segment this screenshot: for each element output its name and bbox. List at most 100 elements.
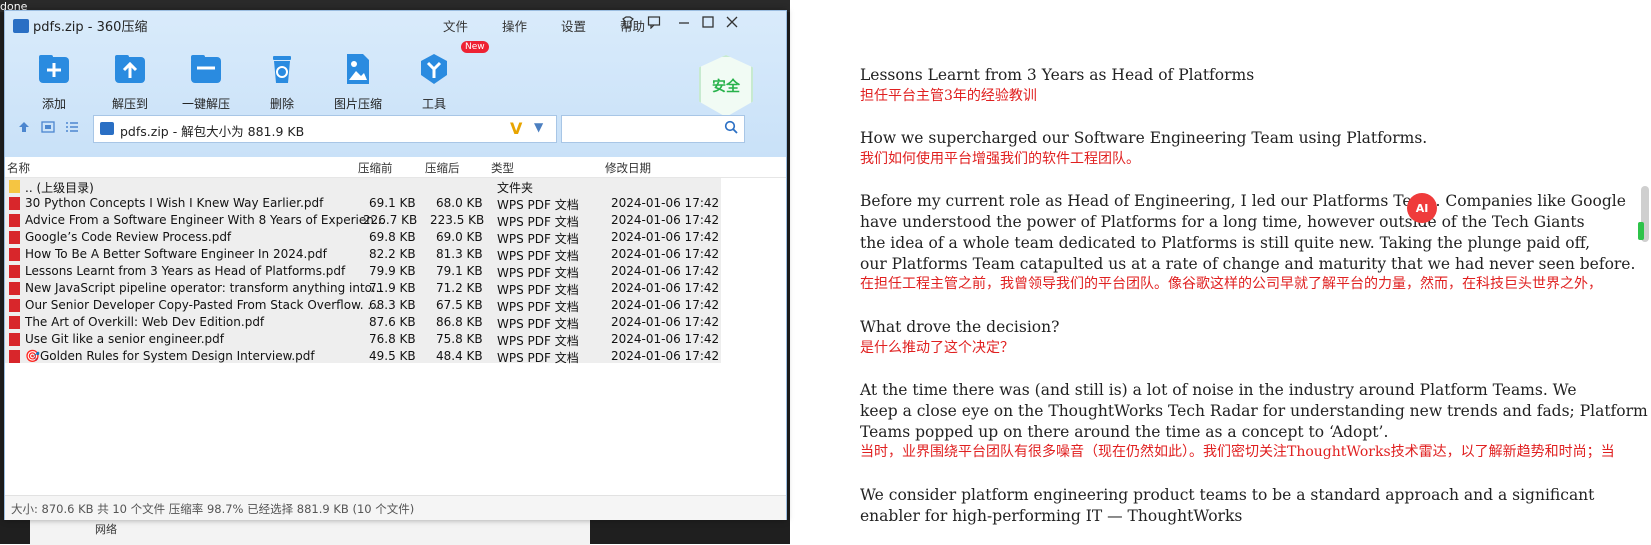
row-date: 2024-01-06 17:42: [611, 315, 720, 329]
row-date: 2024-01-06 17:42: [611, 332, 720, 346]
row-name: The Art of Overkill: Web Dev Edition.pdf: [25, 315, 265, 329]
minimize-icon[interactable]: [677, 15, 691, 33]
table-row[interactable]: Advice From a Software Engineer With 8 Y…: [5, 212, 721, 229]
row-size-after: 67.5 KB: [436, 298, 483, 312]
security-shield-icon[interactable]: 安全: [699, 55, 753, 117]
status-bar: 大小: 870.6 KB 共 10 个文件 压缩率 98.7% 已经选择 881…: [5, 495, 786, 520]
toolbar-label: 工具: [421, 97, 446, 111]
chevron-down-icon[interactable]: ▼: [534, 120, 543, 134]
column-size-before[interactable]: 压缩前: [358, 160, 393, 176]
row-date: 2024-01-06 17:42: [611, 349, 720, 363]
search-icon[interactable]: [724, 120, 738, 138]
row-size-after: 71.2 KB: [436, 281, 483, 295]
menu-file[interactable]: 文件: [443, 19, 468, 34]
pdf-icon: [9, 350, 20, 363]
archive-window: pdfs.zip - 360压缩 文件 操作 设置 帮助 添加 解压到 一键解压…: [4, 10, 787, 520]
menu-actions[interactable]: 操作: [502, 19, 527, 34]
table-row[interactable]: The Art of Overkill: Web Dev Edition.pdf…: [5, 314, 721, 331]
pdf-icon: [9, 231, 20, 244]
maximize-icon[interactable]: [701, 15, 715, 33]
window-header: pdfs.zip - 360压缩 文件 操作 设置 帮助 添加 解压到 一键解压…: [5, 11, 786, 157]
toolbar-image-compress-button[interactable]: 图片压缩: [323, 51, 393, 112]
row-type: WPS PDF 文档: [497, 266, 579, 280]
menu-settings[interactable]: 设置: [561, 19, 586, 34]
toolbar-delete-button[interactable]: 删除: [247, 51, 317, 112]
image-compress-icon: [339, 51, 377, 87]
extract-to-icon: [111, 51, 149, 87]
row-size-before: 82.2 KB: [369, 247, 416, 261]
toolbar-extract-to-button[interactable]: 解压到: [95, 51, 165, 112]
table-row[interactable]: Our Senior Developer Copy-Pasted From St…: [5, 297, 721, 314]
doc-line: our Platforms Team catapulted us at a ra…: [860, 255, 1636, 273]
add-icon: [35, 51, 73, 87]
table-row[interactable]: How To Be A Better Software Engineer In …: [5, 246, 721, 263]
skin-icon[interactable]: [621, 15, 635, 33]
row-size-after: 81.3 KB: [436, 247, 483, 261]
up-folder-icon[interactable]: [17, 119, 31, 133]
toolbar-add-button[interactable]: 添加: [19, 51, 89, 112]
table-row[interactable]: Google’s Code Review Process.pdf 69.8 KB…: [5, 229, 721, 246]
row-date: 2024-01-06 17:42: [611, 230, 720, 244]
column-name[interactable]: 名称: [7, 160, 30, 176]
column-headers: 名称 压缩前 压缩后 类型 修改日期: [5, 157, 786, 178]
doc-line: enabler for high-performing IT — Thought…: [860, 507, 1243, 525]
pdf-icon: [9, 316, 20, 329]
table-row[interactable]: New JavaScript pipeline operator: transf…: [5, 280, 721, 297]
menu-bar: 文件 操作 设置 帮助: [443, 16, 675, 35]
window-title: pdfs.zip - 360压缩: [33, 20, 148, 35]
doc-line: What drove the decision?: [860, 318, 1060, 336]
doc-line: have understood the power of Platforms f…: [860, 213, 1585, 231]
row-name: New JavaScript pipeline operator: transf…: [25, 281, 384, 295]
row-type: WPS PDF 文档: [497, 351, 579, 365]
toolbar-one-click-extract-button[interactable]: 一键解压: [171, 51, 241, 112]
table-row[interactable]: 🎯Golden Rules for System Design Intervie…: [5, 348, 721, 365]
pdf-icon: [9, 299, 20, 312]
pdf-icon: [9, 214, 20, 227]
one-click-extract-icon: [187, 51, 225, 87]
address-field[interactable]: pdfs.zip - 解包大小为 881.9 KB V ▼: [93, 115, 557, 143]
v-brand-icon[interactable]: V: [510, 119, 522, 138]
row-name: Google’s Code Review Process.pdf: [25, 230, 232, 244]
security-label: 安全: [712, 79, 740, 95]
list-view-icon[interactable]: [65, 119, 79, 133]
search-input[interactable]: [561, 115, 745, 143]
row-name: .. (上级目录): [25, 181, 94, 195]
column-modified-date[interactable]: 修改日期: [605, 160, 651, 176]
row-type: WPS PDF 文档: [497, 198, 579, 212]
row-type: WPS PDF 文档: [497, 300, 579, 314]
row-type: WPS PDF 文档: [497, 215, 579, 229]
doc-line: the idea of a whole team dedicated to Pl…: [860, 234, 1591, 252]
column-size-after[interactable]: 压缩后: [425, 160, 460, 176]
explorer-item-network[interactable]: 网络: [95, 521, 117, 537]
toolbar-tools-button[interactable]: 工具: [399, 51, 469, 112]
row-type: WPS PDF 文档: [497, 283, 579, 297]
row-date: 2024-01-06 17:42: [611, 264, 720, 278]
row-size-before: 49.5 KB: [369, 349, 416, 363]
zip-file-icon: [100, 122, 114, 135]
feedback-icon[interactable]: [647, 15, 661, 33]
row-size-before: 69.1 KB: [369, 196, 416, 210]
pdf-icon: [9, 197, 20, 210]
table-row[interactable]: Use Git like a senior engineer.pdf 76.8 …: [5, 331, 721, 348]
row-size-before: 79.9 KB: [369, 264, 416, 278]
parent-directory-row[interactable]: .. (上级目录) 文件夹: [5, 178, 721, 195]
toolbar-label: 添加: [41, 97, 66, 111]
row-type: WPS PDF 文档: [497, 249, 579, 263]
close-icon[interactable]: [725, 15, 739, 33]
pdf-icon: [9, 248, 20, 261]
doc-line: 当时，业界围绕平台团队有很多噪音（现在仍然如此）。我们密切关注ThoughtWo…: [860, 444, 1615, 460]
table-row[interactable]: 30 Python Concepts I Wish I Knew Way Ear…: [5, 195, 721, 212]
row-name: 30 Python Concepts I Wish I Knew Way Ear…: [25, 196, 324, 210]
column-type[interactable]: 类型: [491, 160, 514, 176]
doc-line: Teams popped up on there around the time…: [860, 423, 1389, 441]
row-size-after: 223.5 KB: [430, 213, 485, 227]
ai-assistant-button[interactable]: AI: [1407, 193, 1437, 223]
row-date: 2024-01-06 17:42: [611, 247, 720, 261]
table-row[interactable]: Lessons Learnt from 3 Years as Head of P…: [5, 263, 721, 280]
thumbnail-view-icon[interactable]: [41, 119, 55, 133]
row-size-before: 69.8 KB: [369, 230, 416, 244]
row-size-after: 86.8 KB: [436, 315, 483, 329]
row-type: 文件夹: [497, 181, 534, 195]
toolbar-label: 图片压缩: [333, 97, 382, 111]
scroll-position-marker: [1638, 222, 1644, 240]
